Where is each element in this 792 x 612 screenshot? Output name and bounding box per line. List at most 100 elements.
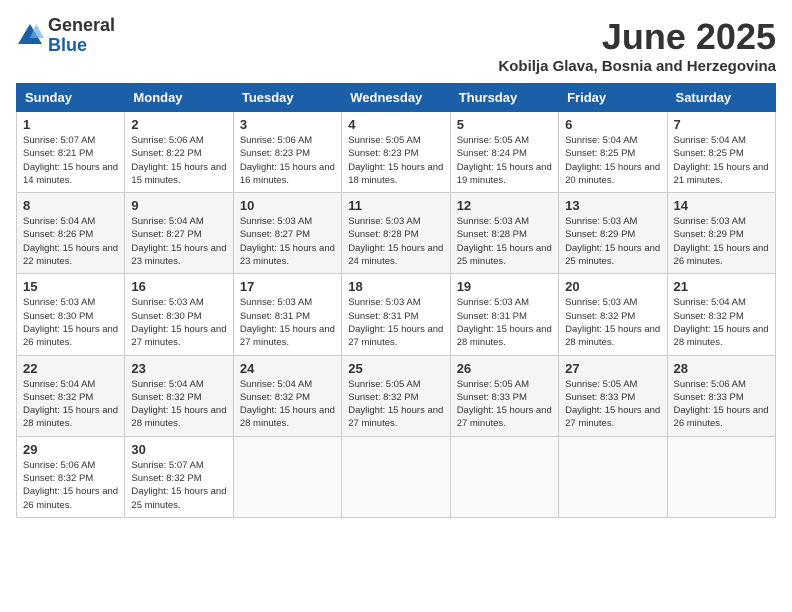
calendar-day-cell: 24 Sunrise: 5:04 AM Sunset: 8:32 PM Dayl… bbox=[233, 355, 341, 436]
day-info: Sunrise: 5:05 AM Sunset: 8:32 PM Dayligh… bbox=[348, 378, 443, 431]
calendar-day-cell: 29 Sunrise: 5:06 AM Sunset: 8:32 PM Dayl… bbox=[17, 436, 125, 517]
day-info: Sunrise: 5:03 AM Sunset: 8:29 PM Dayligh… bbox=[674, 215, 769, 268]
day-info: Sunrise: 5:05 AM Sunset: 8:23 PM Dayligh… bbox=[348, 134, 443, 187]
day-info: Sunrise: 5:04 AM Sunset: 8:32 PM Dayligh… bbox=[240, 378, 335, 431]
weekday-header: Friday bbox=[559, 84, 667, 112]
day-info: Sunrise: 5:07 AM Sunset: 8:32 PM Dayligh… bbox=[131, 459, 226, 512]
day-number: 15 bbox=[23, 279, 118, 294]
day-info: Sunrise: 5:05 AM Sunset: 8:33 PM Dayligh… bbox=[457, 378, 552, 431]
calendar-day-cell: 6 Sunrise: 5:04 AM Sunset: 8:25 PM Dayli… bbox=[559, 112, 667, 193]
day-number: 8 bbox=[23, 198, 118, 213]
day-number: 4 bbox=[348, 117, 443, 132]
calendar-day-cell: 11 Sunrise: 5:03 AM Sunset: 8:28 PM Dayl… bbox=[342, 193, 450, 274]
calendar-day-cell: 14 Sunrise: 5:03 AM Sunset: 8:29 PM Dayl… bbox=[667, 193, 775, 274]
calendar-day-cell: 9 Sunrise: 5:04 AM Sunset: 8:27 PM Dayli… bbox=[125, 193, 233, 274]
calendar-day-cell bbox=[667, 436, 775, 517]
calendar-day-cell: 20 Sunrise: 5:03 AM Sunset: 8:32 PM Dayl… bbox=[559, 274, 667, 355]
calendar-day-cell: 3 Sunrise: 5:06 AM Sunset: 8:23 PM Dayli… bbox=[233, 112, 341, 193]
calendar-day-cell: 10 Sunrise: 5:03 AM Sunset: 8:27 PM Dayl… bbox=[233, 193, 341, 274]
day-info: Sunrise: 5:03 AM Sunset: 8:31 PM Dayligh… bbox=[240, 296, 335, 349]
day-info: Sunrise: 5:06 AM Sunset: 8:23 PM Dayligh… bbox=[240, 134, 335, 187]
day-info: Sunrise: 5:06 AM Sunset: 8:33 PM Dayligh… bbox=[674, 378, 769, 431]
day-info: Sunrise: 5:04 AM Sunset: 8:32 PM Dayligh… bbox=[674, 296, 769, 349]
day-number: 17 bbox=[240, 279, 335, 294]
day-info: Sunrise: 5:03 AM Sunset: 8:31 PM Dayligh… bbox=[348, 296, 443, 349]
calendar-day-cell: 27 Sunrise: 5:05 AM Sunset: 8:33 PM Dayl… bbox=[559, 355, 667, 436]
calendar-day-cell: 1 Sunrise: 5:07 AM Sunset: 8:21 PM Dayli… bbox=[17, 112, 125, 193]
title-section: June 2025 Kobilja Glava, Bosnia and Herz… bbox=[498, 16, 776, 75]
day-info: Sunrise: 5:03 AM Sunset: 8:27 PM Dayligh… bbox=[240, 215, 335, 268]
day-number: 28 bbox=[674, 361, 769, 376]
day-number: 19 bbox=[457, 279, 552, 294]
day-number: 27 bbox=[565, 361, 660, 376]
calendar-day-cell: 26 Sunrise: 5:05 AM Sunset: 8:33 PM Dayl… bbox=[450, 355, 558, 436]
day-info: Sunrise: 5:03 AM Sunset: 8:29 PM Dayligh… bbox=[565, 215, 660, 268]
day-number: 14 bbox=[674, 198, 769, 213]
calendar-week-row: 15 Sunrise: 5:03 AM Sunset: 8:30 PM Dayl… bbox=[17, 274, 776, 355]
calendar-day-cell: 2 Sunrise: 5:06 AM Sunset: 8:22 PM Dayli… bbox=[125, 112, 233, 193]
day-info: Sunrise: 5:03 AM Sunset: 8:28 PM Dayligh… bbox=[348, 215, 443, 268]
calendar-day-cell bbox=[342, 436, 450, 517]
day-info: Sunrise: 5:04 AM Sunset: 8:32 PM Dayligh… bbox=[131, 378, 226, 431]
weekday-header: Wednesday bbox=[342, 84, 450, 112]
day-number: 29 bbox=[23, 442, 118, 457]
logo: General Blue bbox=[16, 16, 115, 56]
weekday-header: Monday bbox=[125, 84, 233, 112]
calendar-week-row: 8 Sunrise: 5:04 AM Sunset: 8:26 PM Dayli… bbox=[17, 193, 776, 274]
day-number: 16 bbox=[131, 279, 226, 294]
day-number: 26 bbox=[457, 361, 552, 376]
calendar-table: SundayMondayTuesdayWednesdayThursdayFrid… bbox=[16, 83, 776, 518]
day-number: 25 bbox=[348, 361, 443, 376]
logo-blue-text: Blue bbox=[48, 36, 115, 56]
calendar-day-cell: 28 Sunrise: 5:06 AM Sunset: 8:33 PM Dayl… bbox=[667, 355, 775, 436]
month-title: June 2025 bbox=[498, 16, 776, 58]
calendar-day-cell: 30 Sunrise: 5:07 AM Sunset: 8:32 PM Dayl… bbox=[125, 436, 233, 517]
page-header: General Blue June 2025 Kobilja Glava, Bo… bbox=[16, 16, 776, 75]
calendar-day-cell: 19 Sunrise: 5:03 AM Sunset: 8:31 PM Dayl… bbox=[450, 274, 558, 355]
weekday-header: Sunday bbox=[17, 84, 125, 112]
calendar-day-cell: 18 Sunrise: 5:03 AM Sunset: 8:31 PM Dayl… bbox=[342, 274, 450, 355]
weekday-header: Tuesday bbox=[233, 84, 341, 112]
day-info: Sunrise: 5:03 AM Sunset: 8:30 PM Dayligh… bbox=[131, 296, 226, 349]
day-info: Sunrise: 5:04 AM Sunset: 8:26 PM Dayligh… bbox=[23, 215, 118, 268]
day-info: Sunrise: 5:06 AM Sunset: 8:22 PM Dayligh… bbox=[131, 134, 226, 187]
day-info: Sunrise: 5:03 AM Sunset: 8:32 PM Dayligh… bbox=[565, 296, 660, 349]
day-info: Sunrise: 5:03 AM Sunset: 8:28 PM Dayligh… bbox=[457, 215, 552, 268]
day-number: 9 bbox=[131, 198, 226, 213]
day-number: 10 bbox=[240, 198, 335, 213]
weekday-header: Saturday bbox=[667, 84, 775, 112]
day-number: 13 bbox=[565, 198, 660, 213]
logo-general-text: General bbox=[48, 16, 115, 36]
calendar-day-cell: 5 Sunrise: 5:05 AM Sunset: 8:24 PM Dayli… bbox=[450, 112, 558, 193]
day-number: 22 bbox=[23, 361, 118, 376]
day-number: 1 bbox=[23, 117, 118, 132]
calendar-day-cell: 13 Sunrise: 5:03 AM Sunset: 8:29 PM Dayl… bbox=[559, 193, 667, 274]
calendar-day-cell: 15 Sunrise: 5:03 AM Sunset: 8:30 PM Dayl… bbox=[17, 274, 125, 355]
calendar-day-cell: 25 Sunrise: 5:05 AM Sunset: 8:32 PM Dayl… bbox=[342, 355, 450, 436]
calendar-day-cell: 17 Sunrise: 5:03 AM Sunset: 8:31 PM Dayl… bbox=[233, 274, 341, 355]
calendar-day-cell: 22 Sunrise: 5:04 AM Sunset: 8:32 PM Dayl… bbox=[17, 355, 125, 436]
weekday-header: Thursday bbox=[450, 84, 558, 112]
weekday-header-row: SundayMondayTuesdayWednesdayThursdayFrid… bbox=[17, 84, 776, 112]
day-number: 11 bbox=[348, 198, 443, 213]
calendar-day-cell: 16 Sunrise: 5:03 AM Sunset: 8:30 PM Dayl… bbox=[125, 274, 233, 355]
day-number: 30 bbox=[131, 442, 226, 457]
calendar-day-cell: 12 Sunrise: 5:03 AM Sunset: 8:28 PM Dayl… bbox=[450, 193, 558, 274]
calendar-day-cell bbox=[233, 436, 341, 517]
day-number: 23 bbox=[131, 361, 226, 376]
day-info: Sunrise: 5:06 AM Sunset: 8:32 PM Dayligh… bbox=[23, 459, 118, 512]
day-info: Sunrise: 5:03 AM Sunset: 8:30 PM Dayligh… bbox=[23, 296, 118, 349]
calendar-day-cell: 4 Sunrise: 5:05 AM Sunset: 8:23 PM Dayli… bbox=[342, 112, 450, 193]
day-number: 12 bbox=[457, 198, 552, 213]
calendar-day-cell: 23 Sunrise: 5:04 AM Sunset: 8:32 PM Dayl… bbox=[125, 355, 233, 436]
calendar-day-cell: 8 Sunrise: 5:04 AM Sunset: 8:26 PM Dayli… bbox=[17, 193, 125, 274]
day-info: Sunrise: 5:04 AM Sunset: 8:25 PM Dayligh… bbox=[674, 134, 769, 187]
calendar-day-cell: 7 Sunrise: 5:04 AM Sunset: 8:25 PM Dayli… bbox=[667, 112, 775, 193]
day-info: Sunrise: 5:03 AM Sunset: 8:31 PM Dayligh… bbox=[457, 296, 552, 349]
logo-icon bbox=[16, 22, 44, 50]
calendar-day-cell: 21 Sunrise: 5:04 AM Sunset: 8:32 PM Dayl… bbox=[667, 274, 775, 355]
day-info: Sunrise: 5:07 AM Sunset: 8:21 PM Dayligh… bbox=[23, 134, 118, 187]
day-info: Sunrise: 5:05 AM Sunset: 8:24 PM Dayligh… bbox=[457, 134, 552, 187]
day-number: 3 bbox=[240, 117, 335, 132]
day-number: 6 bbox=[565, 117, 660, 132]
